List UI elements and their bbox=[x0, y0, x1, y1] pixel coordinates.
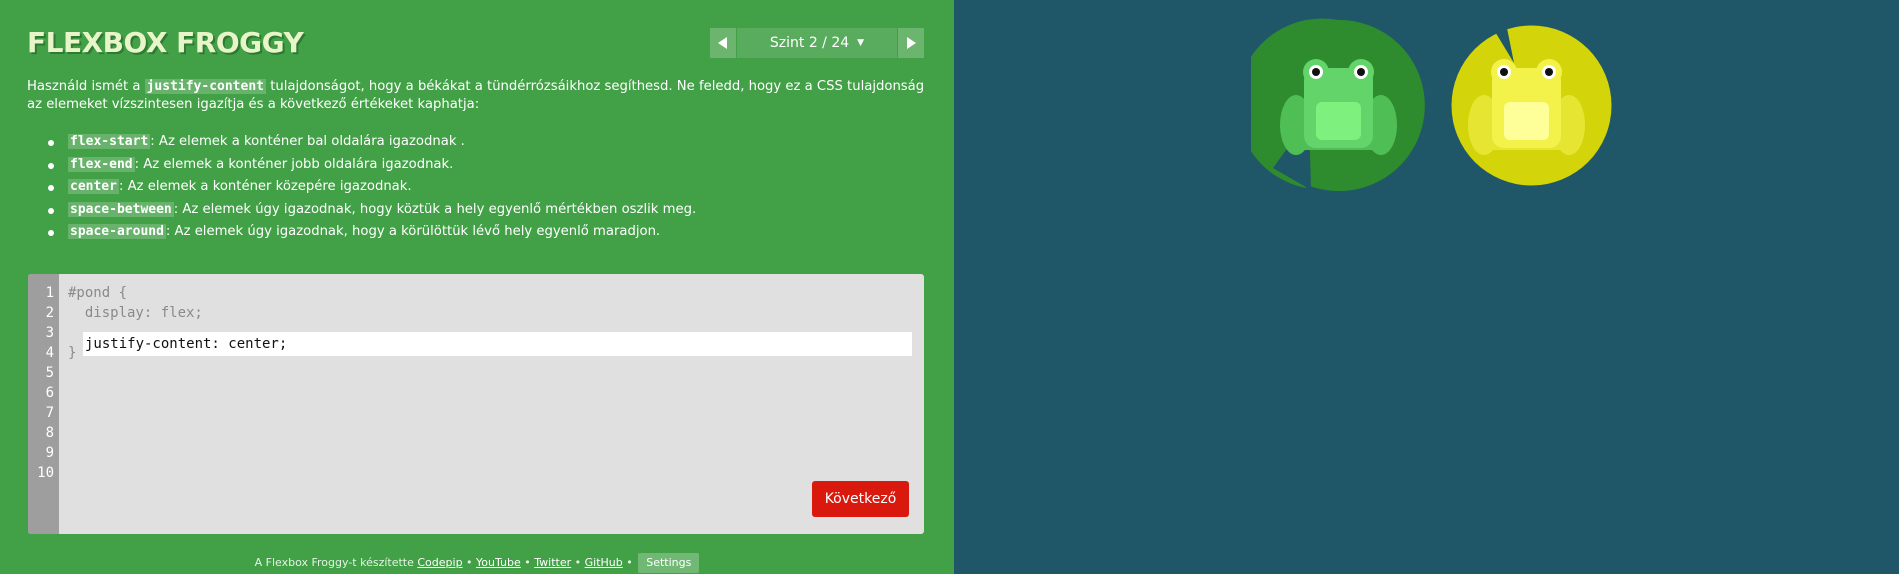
value-code: center bbox=[68, 179, 119, 194]
code-line-display: display: flex; bbox=[68, 305, 203, 321]
intro-text-before: Használd ismét a bbox=[27, 79, 145, 94]
value-code: space-between bbox=[68, 201, 174, 217]
level-label: Szint 2 / 24 bbox=[769, 35, 850, 51]
app-title: FLEXBOX FROGGY bbox=[27, 26, 304, 59]
line-number: 10 bbox=[37, 465, 54, 481]
separator: • bbox=[520, 556, 535, 569]
list-item: space-around: Az elemek úgy igazodnak, h… bbox=[48, 221, 928, 244]
css-input[interactable] bbox=[83, 332, 912, 356]
credits: A Flexbox Froggy-t készítette Codepip • … bbox=[0, 553, 954, 573]
list-item: center: Az elemek a konténer közepére ig… bbox=[48, 176, 928, 199]
github-link[interactable]: GitHub bbox=[585, 556, 623, 569]
level-indicator[interactable]: Szint 2 / 24 ▼ bbox=[737, 28, 897, 58]
code-line-closing-brace: } bbox=[68, 345, 77, 361]
code-line-selector: #pond { bbox=[68, 285, 128, 301]
line-number: 1 bbox=[45, 285, 54, 301]
line-number: 8 bbox=[45, 425, 54, 441]
level-navigation: Szint 2 / 24 ▼ bbox=[710, 28, 924, 58]
triangle-left-icon bbox=[718, 37, 727, 49]
instructions: Használd ismét a justify-content tulajdo… bbox=[27, 78, 927, 114]
value-description: : Az elemek a konténer közepére igazodna… bbox=[118, 179, 412, 194]
twitter-link[interactable]: Twitter bbox=[534, 556, 571, 569]
sidebar: FLEXBOX FROGGY Szint 2 / 24 ▼ Használd i… bbox=[0, 0, 954, 574]
value-code: flex-start bbox=[68, 134, 151, 149]
separator: • bbox=[622, 556, 637, 569]
line-number: 4 bbox=[45, 345, 54, 361]
line-number: 2 bbox=[45, 305, 54, 321]
youtube-link[interactable]: YouTube bbox=[476, 556, 521, 569]
previous-level-button[interactable] bbox=[710, 28, 736, 58]
next-button[interactable]: Következő bbox=[812, 481, 909, 517]
line-number: 3 bbox=[45, 325, 54, 341]
caret-down-icon: ▼ bbox=[857, 38, 865, 48]
list-item: space-between: Az elemek úgy igazodnak, … bbox=[48, 199, 928, 222]
triangle-right-icon bbox=[907, 37, 916, 49]
value-description: : Az elemek a konténer jobb oldalára iga… bbox=[134, 156, 454, 172]
property-values-list: flex-start: Az elemek a konténer bal old… bbox=[48, 131, 928, 244]
separator: • bbox=[571, 556, 585, 569]
value-code: flex-end bbox=[68, 156, 135, 172]
yellow-frog bbox=[1468, 59, 1585, 155]
line-number: 9 bbox=[45, 445, 54, 461]
value-description: : Az elemek úgy igazodnak, hogy köztük a… bbox=[173, 201, 697, 217]
css-editor: 1 2 3 4 5 6 7 8 9 10 #pond { display: fl… bbox=[28, 274, 924, 534]
line-number: 7 bbox=[45, 405, 54, 421]
settings-button[interactable]: Settings bbox=[638, 553, 700, 573]
line-number: 5 bbox=[45, 365, 54, 381]
value-code: space-around bbox=[68, 224, 166, 239]
credits-prefix: A Flexbox Froggy-t készítette bbox=[254, 556, 418, 569]
green-frog bbox=[1280, 59, 1397, 155]
codepip-link[interactable]: Codepip bbox=[417, 556, 462, 569]
line-number: 6 bbox=[45, 385, 54, 401]
list-item: flex-end: Az elemek a konténer jobb olda… bbox=[48, 154, 928, 177]
pond bbox=[954, 0, 1899, 574]
next-level-button[interactable] bbox=[898, 28, 924, 58]
line-number-gutter: 1 2 3 4 5 6 7 8 9 10 bbox=[28, 274, 59, 534]
value-description: : Az elemek úgy igazodnak, hogy a körülö… bbox=[165, 224, 661, 239]
separator: • bbox=[462, 556, 477, 569]
intro-code: justify-content bbox=[144, 79, 266, 94]
value-description: : Az elemek a konténer bal oldalára igaz… bbox=[150, 134, 465, 149]
list-item: flex-start: Az elemek a konténer bal old… bbox=[48, 131, 928, 154]
